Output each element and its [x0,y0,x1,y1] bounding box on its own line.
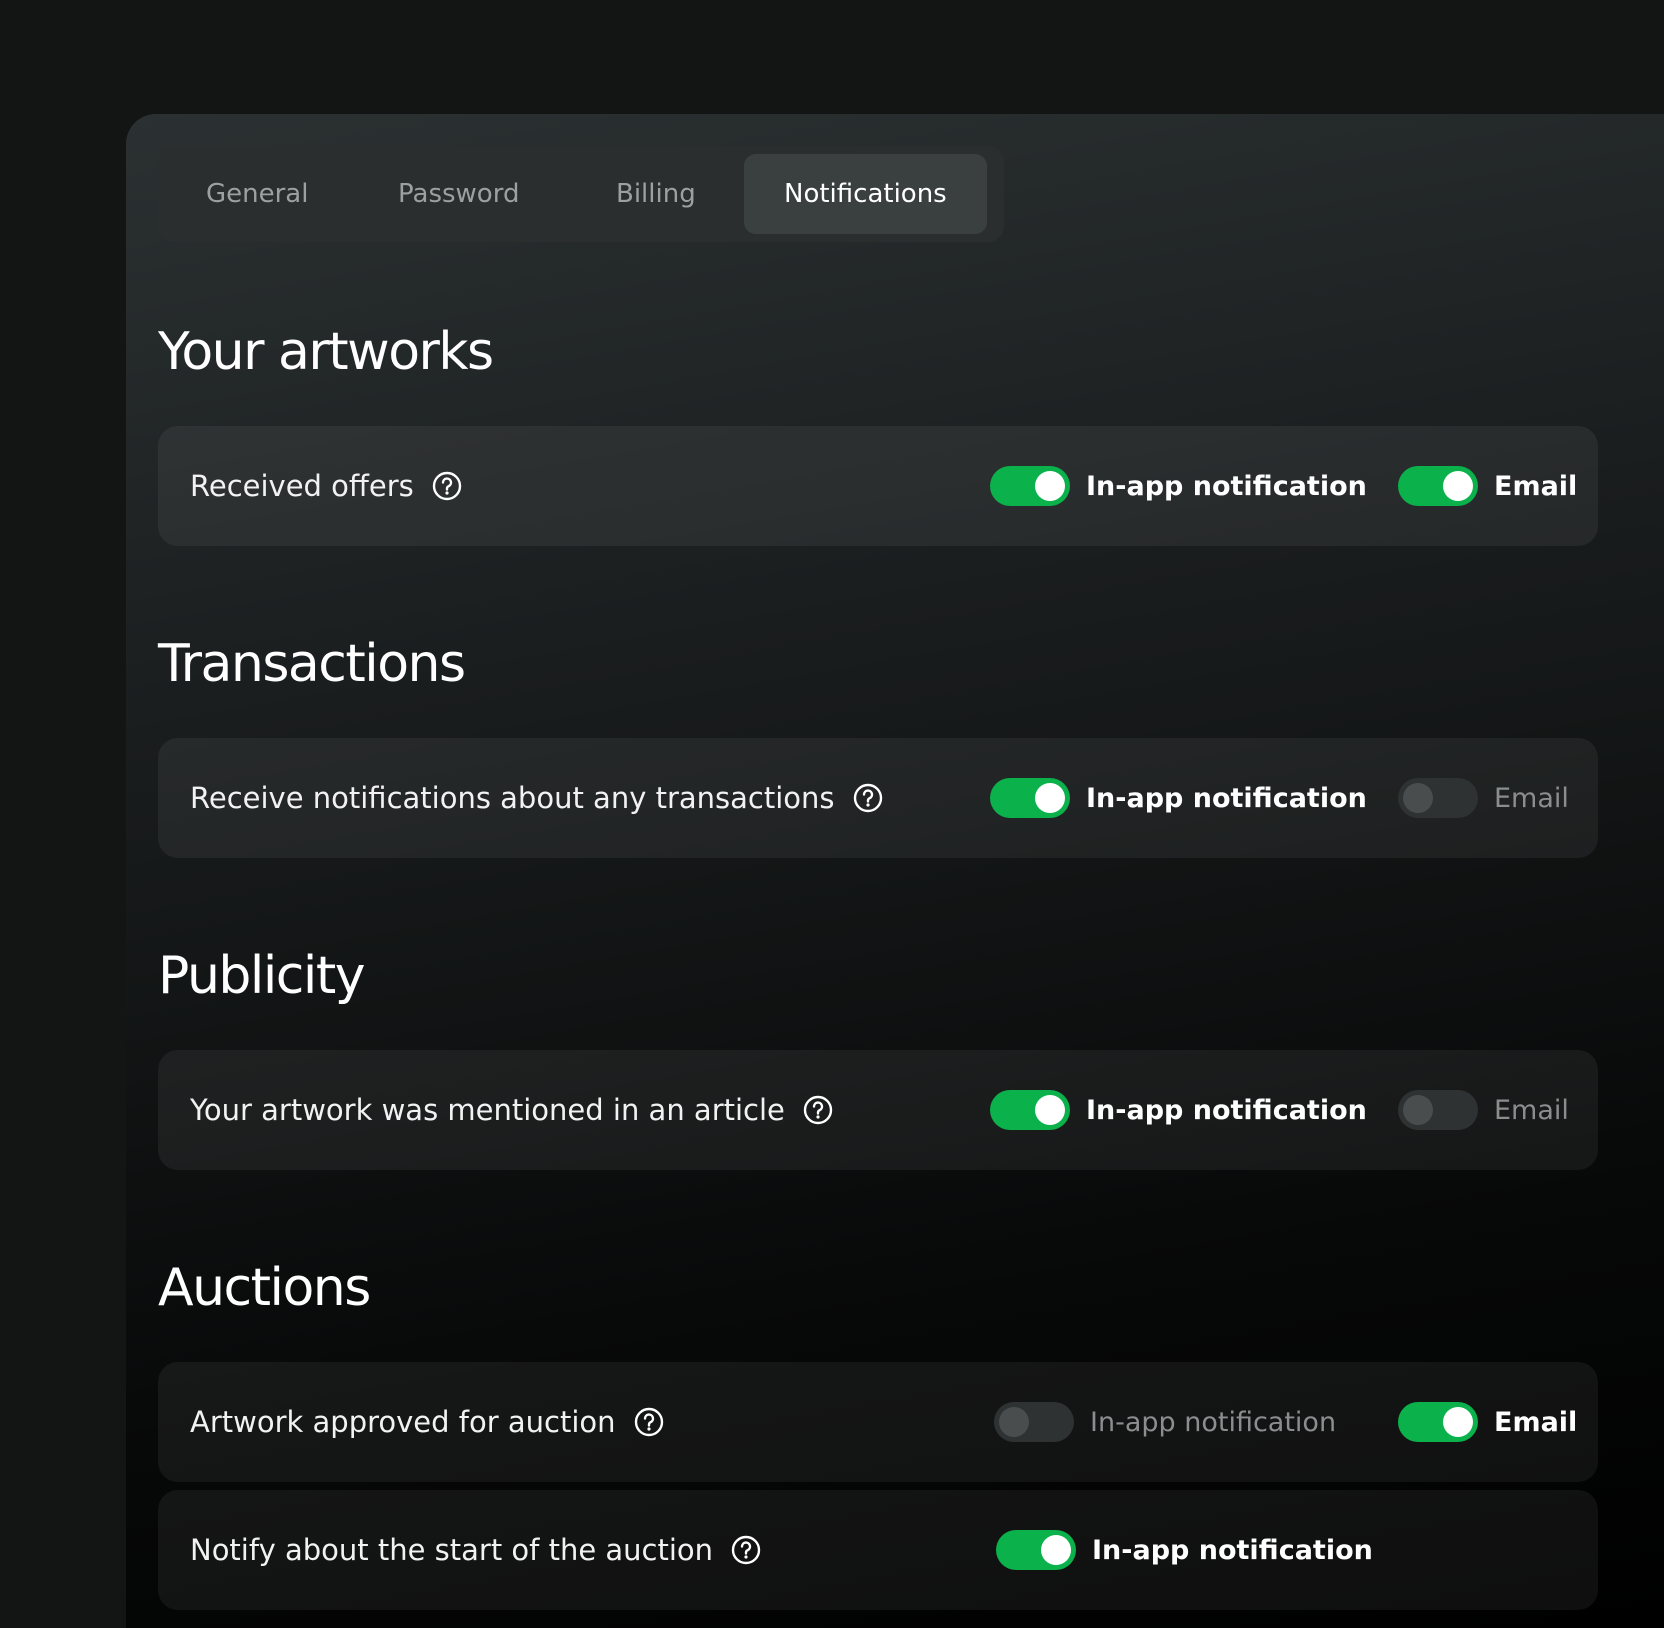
in-app-option: In-app notification [990,1050,1367,1170]
email-toggle[interactable] [1398,1402,1478,1442]
in-app-toggle[interactable] [990,778,1070,818]
settings-tabs: General Password Billing Notifications [158,146,1004,242]
tab-general[interactable]: General [206,154,308,234]
toggle-knob [1041,1535,1071,1565]
email-option: Email [1398,738,1569,858]
in-app-option: In-app notification [990,426,1367,546]
notification-row-article-mention: Your artwork was mentioned in an article… [158,1050,1598,1170]
email-label: Email [1494,782,1569,814]
tab-notifications[interactable]: Notifications [744,154,987,234]
toggle-knob [1403,783,1433,813]
section-title-publicity: Publicity [158,946,366,1006]
in-app-toggle[interactable] [990,1090,1070,1130]
in-app-toggle[interactable] [996,1530,1076,1570]
in-app-label: In-app notification [1086,782,1367,814]
toggle-knob [1035,783,1065,813]
toggle-knob [1035,1095,1065,1125]
in-app-label: In-app notification [1086,470,1367,502]
notification-row-transactions: Receive notifications about any transact… [158,738,1598,858]
notification-row-received-offers: Received offers In-app notification Emai… [158,426,1598,546]
email-option: Email [1398,1050,1569,1170]
in-app-option: In-app notification [990,738,1367,858]
question-circle-icon[interactable] [853,783,883,813]
in-app-label: In-app notification [1090,1406,1337,1438]
section-title-transactions: Transactions [158,634,466,694]
in-app-toggle[interactable] [990,466,1070,506]
toggle-knob [1035,471,1065,501]
in-app-label: In-app notification [1086,1094,1367,1126]
toggle-knob [1443,1407,1473,1437]
row-label: Received offers [190,469,414,503]
section-title-auctions: Auctions [158,1258,371,1318]
in-app-option: In-app notification [996,1490,1373,1610]
row-label: Artwork approved for auction [190,1405,616,1439]
email-toggle[interactable] [1398,778,1478,818]
tab-billing[interactable]: Billing [616,154,696,234]
question-circle-icon[interactable] [634,1407,664,1437]
in-app-toggle[interactable] [994,1402,1074,1442]
email-label: Email [1494,1406,1578,1438]
question-circle-icon[interactable] [731,1535,761,1565]
row-label: Notify about the start of the auction [190,1533,714,1567]
notification-row-auction-approved: Artwork approved for auction In-app noti… [158,1362,1598,1482]
toggle-knob [999,1407,1029,1437]
row-label: Receive notifications about any transact… [190,781,835,815]
email-toggle[interactable] [1398,466,1478,506]
toggle-knob [1443,471,1473,501]
email-label: Email [1494,470,1578,502]
toggle-knob [1403,1095,1433,1125]
in-app-label: In-app notification [1092,1534,1373,1566]
question-circle-icon[interactable] [432,471,462,501]
notification-row-auction-start: Notify about the start of the auction In… [158,1490,1598,1610]
email-toggle[interactable] [1398,1090,1478,1130]
question-circle-icon[interactable] [803,1095,833,1125]
in-app-option: In-app notification [994,1362,1336,1482]
section-title-your-artworks: Your artworks [158,322,494,382]
email-label: Email [1494,1094,1569,1126]
email-option: Email [1398,1362,1577,1482]
email-option: Email [1398,426,1577,546]
tab-password[interactable]: Password [398,154,519,234]
row-label: Your artwork was mentioned in an article [190,1093,785,1127]
settings-panel: General Password Billing Notifications Y… [126,114,1664,1628]
